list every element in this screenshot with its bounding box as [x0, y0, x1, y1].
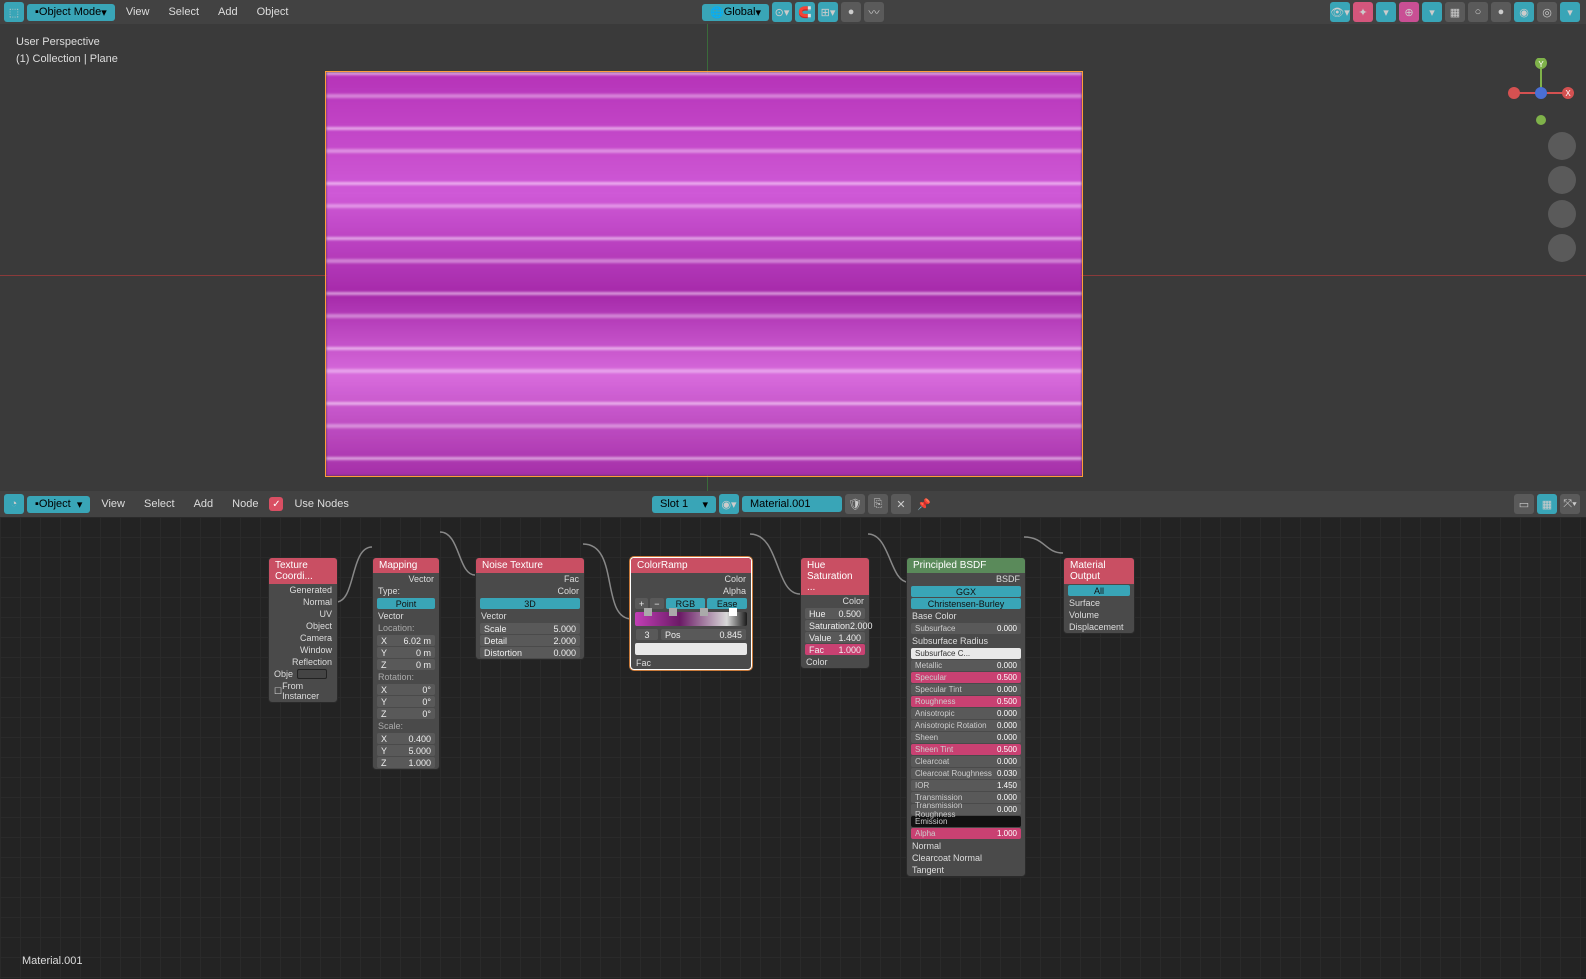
- gizmo-toggle[interactable]: ✦: [1353, 2, 1373, 22]
- fake-user-icon[interactable]: 🛡: [845, 494, 865, 514]
- prop-falloff-icon[interactable]: 〰: [864, 2, 884, 22]
- node-title: Material Output: [1064, 558, 1134, 584]
- bsdf-metallic[interactable]: Metallic0.000: [911, 660, 1021, 671]
- bsdf-subsurface-c-[interactable]: Subsurface C...: [911, 648, 1021, 659]
- orientation-dropdown[interactable]: 🌐 Global ▾: [702, 4, 769, 21]
- ne-menu-add[interactable]: Add: [186, 496, 222, 512]
- bsdf-specular-tint[interactable]: Specular Tint0.000: [911, 684, 1021, 695]
- ne-tool2-icon[interactable]: ▦: [1537, 494, 1557, 514]
- bsdf-clearcoat-normal[interactable]: Clearcoat Normal: [907, 852, 1025, 864]
- viewport-header: ⬚ ▪ Object Mode ▾ View Select Add Object…: [0, 0, 1586, 24]
- shade-render-icon[interactable]: ◎: [1537, 2, 1557, 22]
- shade-matprev-icon[interactable]: ◉: [1514, 2, 1534, 22]
- snap-dropdown[interactable]: ⊞▾: [818, 2, 838, 22]
- bsdf-subsurface[interactable]: Subsurface0.000: [911, 623, 1021, 634]
- svg-text:Y: Y: [1538, 60, 1544, 69]
- node-mode-dropdown[interactable]: ▪ Object ▾: [27, 496, 90, 513]
- bsdf-sheen-tint[interactable]: Sheen Tint0.500: [911, 744, 1021, 755]
- shade-wire-icon[interactable]: ○: [1468, 2, 1488, 22]
- shade-solid-icon[interactable]: ●: [1491, 2, 1511, 22]
- node-editor[interactable]: Texture Coordi... Generated Normal UV Ob…: [0, 517, 1586, 979]
- menu-view[interactable]: View: [118, 4, 158, 20]
- node-title: Mapping: [373, 558, 439, 573]
- snap-toggle[interactable]: 🧲: [795, 2, 815, 22]
- bsdf-sheen[interactable]: Sheen0.000: [911, 732, 1021, 743]
- pivot-dropdown[interactable]: ⊙▾: [772, 2, 792, 22]
- bsdf-roughness[interactable]: Roughness0.500: [911, 696, 1021, 707]
- bsdf-anisotropic-rotation[interactable]: Anisotropic Rotation0.000: [911, 720, 1021, 731]
- new-mat-icon[interactable]: ⎘: [868, 494, 888, 514]
- editor-type-icon[interactable]: ⬚: [4, 2, 24, 22]
- bsdf-anisotropic[interactable]: Anisotropic0.000: [911, 708, 1021, 719]
- node-texture-coordinate[interactable]: Texture Coordi... Generated Normal UV Ob…: [268, 557, 338, 703]
- node-title: Hue Saturation ...: [801, 558, 869, 595]
- unlink-mat-icon[interactable]: ✕: [891, 494, 911, 514]
- overlay-toggle[interactable]: ⊕: [1399, 2, 1419, 22]
- pan-icon[interactable]: [1548, 166, 1576, 194]
- plane-object[interactable]: [325, 71, 1083, 477]
- node-colorramp[interactable]: ColorRamp Color Alpha + − RGB Ease 3 Pos…: [630, 557, 752, 670]
- mode-dropdown[interactable]: ▪ Object Mode ▾: [27, 4, 115, 21]
- material-name-label: Material.001: [22, 955, 83, 967]
- bsdf-rows: Base ColorSubsurface0.000Subsurface Radi…: [907, 610, 1025, 876]
- bsdf-transmission-roughness[interactable]: Transmission Roughness0.000: [911, 804, 1021, 815]
- bsdf-normal[interactable]: Normal: [907, 840, 1025, 852]
- bsdf-subsurface-radius[interactable]: Subsurface Radius: [907, 635, 1025, 647]
- persp-icon[interactable]: [1548, 234, 1576, 262]
- node-material-output[interactable]: Material Output All Surface Volume Displ…: [1063, 557, 1135, 634]
- color-ramp-gradient[interactable]: [635, 612, 747, 626]
- bsdf-ior[interactable]: IOR1.450: [911, 780, 1021, 791]
- prop-edit-icon[interactable]: ●: [841, 2, 861, 22]
- viewport-3d[interactable]: User Perspective (1) Collection | Plane …: [0, 24, 1586, 491]
- bsdf-alpha[interactable]: Alpha1.000: [911, 828, 1021, 839]
- bsdf-clearcoat-roughness[interactable]: Clearcoat Roughness0.030: [911, 768, 1021, 779]
- menu-object[interactable]: Object: [249, 4, 297, 20]
- ramp-color-swatch[interactable]: [635, 643, 747, 655]
- node-title: Noise Texture: [476, 558, 584, 573]
- editor-type-node-icon[interactable]: ◔: [4, 494, 24, 514]
- shade-dropdown[interactable]: ▾: [1560, 2, 1580, 22]
- slot-dropdown[interactable]: Slot 1▾: [652, 496, 716, 513]
- ne-tool3-icon[interactable]: ⤧▾: [1560, 494, 1580, 514]
- node-hue-saturation[interactable]: Hue Saturation ... Color Hue0.500 Satura…: [800, 557, 870, 669]
- camera-icon[interactable]: [1548, 200, 1576, 228]
- nav-gizmo[interactable]: Y X: [1506, 58, 1576, 128]
- node-title: Texture Coordi...: [269, 558, 337, 584]
- gizmo-dropdown[interactable]: ▾: [1376, 2, 1396, 22]
- ne-menu-view[interactable]: View: [93, 496, 133, 512]
- use-nodes-checkbox[interactable]: ✓: [269, 497, 283, 511]
- bsdf-tangent[interactable]: Tangent: [907, 864, 1025, 876]
- menu-select[interactable]: Select: [160, 4, 207, 20]
- pin-icon[interactable]: 📌: [914, 494, 934, 514]
- node-noise-texture[interactable]: Noise Texture Fac Color 3D Vector Scale5…: [475, 557, 585, 660]
- node-mapping[interactable]: Mapping Vector Type: Point Vector Locati…: [372, 557, 440, 770]
- bsdf-specular[interactable]: Specular0.500: [911, 672, 1021, 683]
- node-editor-header: ◔ ▪ Object ▾ View Select Add Node ✓ Use …: [0, 491, 1586, 517]
- ne-tool1-icon[interactable]: ▭: [1514, 494, 1534, 514]
- overlay-dropdown[interactable]: ▾: [1422, 2, 1442, 22]
- bsdf-base-color[interactable]: Base Color: [907, 610, 1025, 622]
- mat-browse-icon[interactable]: ◉▾: [719, 494, 739, 514]
- node-title: ColorRamp: [631, 558, 751, 573]
- zoom-icon[interactable]: [1548, 132, 1576, 160]
- viewport-info: User Perspective (1) Collection | Plane: [16, 34, 118, 68]
- bsdf-clearcoat[interactable]: Clearcoat0.000: [911, 756, 1021, 767]
- material-name-field[interactable]: Material.001: [742, 496, 842, 512]
- svg-text:X: X: [1565, 89, 1571, 98]
- node-title: Principled BSDF: [907, 558, 1025, 573]
- use-nodes-label: Use Nodes: [286, 496, 356, 512]
- vis-toggle[interactable]: 👁▾: [1330, 2, 1350, 22]
- xray-toggle[interactable]: ▦: [1445, 2, 1465, 22]
- node-principled-bsdf[interactable]: Principled BSDF BSDF GGX Christensen-Bur…: [906, 557, 1026, 877]
- ne-menu-select[interactable]: Select: [136, 496, 183, 512]
- menu-add[interactable]: Add: [210, 4, 246, 20]
- ne-menu-node[interactable]: Node: [224, 496, 266, 512]
